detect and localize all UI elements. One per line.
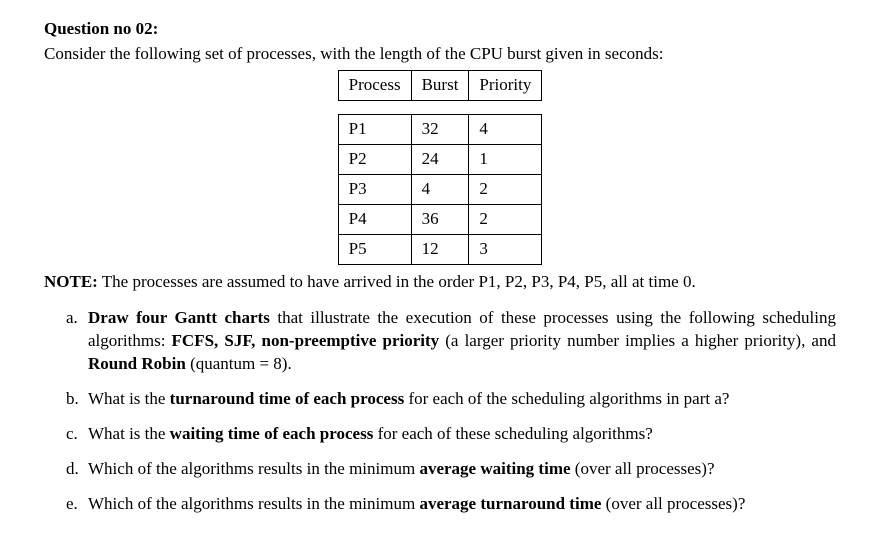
qb-bold: turnaround time of each process [170,389,405,408]
table-row: P3 4 2 [338,174,542,204]
qd-t1: Which of the algorithms results in the m… [88,459,419,478]
qa-t6: (quantum = 8). [186,354,292,373]
qc-t1: What is the [88,424,170,443]
note-label: NOTE: [44,272,98,291]
question-title: Question no 02: [44,18,836,41]
cell: P2 [338,144,411,174]
question-c: c. What is the waiting time of each proc… [88,423,836,446]
process-table: Process Burst Priority P1 32 4 P2 24 1 P… [338,70,543,265]
cell: 2 [469,174,542,204]
note-text: The processes are assumed to have arrive… [98,272,696,291]
col-burst: Burst [411,70,469,100]
qc-t3: for each of these scheduling algorithms? [373,424,652,443]
cell: P5 [338,234,411,264]
col-process: Process [338,70,411,100]
table-row: P1 32 4 [338,114,542,144]
question-list: a. Draw four Gantt charts that illustrat… [44,307,836,516]
qd-bold: average waiting time [419,459,570,478]
marker-e: e. [66,493,78,516]
table-spacer [338,100,542,114]
qe-bold: average turnaround time [419,494,601,513]
question-e: e. Which of the algorithms results in th… [88,493,836,516]
col-priority: Priority [469,70,542,100]
cell: P3 [338,174,411,204]
cell: 4 [411,174,469,204]
qe-t1: Which of the algorithms results in the m… [88,494,419,513]
cell: P4 [338,204,411,234]
cell: 36 [411,204,469,234]
cell: P1 [338,114,411,144]
question-b: b. What is the turnaround time of each p… [88,388,836,411]
cell: 2 [469,204,542,234]
qa-t4: (a larger priority number implies a high… [439,331,836,350]
table-row: P4 36 2 [338,204,542,234]
cell: 3 [469,234,542,264]
qa-bold1: Draw four Gantt charts [88,308,270,327]
question-a: a. Draw four Gantt charts that illustrat… [88,307,836,376]
marker-d: d. [66,458,79,481]
table-header-row: Process Burst Priority [338,70,542,100]
cell: 32 [411,114,469,144]
marker-a: a. [66,307,78,330]
cell: 24 [411,144,469,174]
question-d: d. Which of the algorithms results in th… [88,458,836,481]
table-row: P5 12 3 [338,234,542,264]
qb-t3: for each of the scheduling algorithms in… [404,389,729,408]
cell: 12 [411,234,469,264]
marker-b: b. [66,388,79,411]
qc-bold: waiting time of each process [170,424,374,443]
cell: 1 [469,144,542,174]
qe-t3: (over all processes)? [601,494,745,513]
qa-bold2: FCFS, SJF, non-preemptive priority [172,331,440,350]
qd-t3: (over all processes)? [571,459,715,478]
marker-c: c. [66,423,78,446]
cell: 4 [469,114,542,144]
note-line: NOTE: The processes are assumed to have … [44,271,836,294]
qa-bold3: Round Robin [88,354,186,373]
table-row: P2 24 1 [338,144,542,174]
question-intro: Consider the following set of processes,… [44,43,836,66]
qb-t1: What is the [88,389,170,408]
